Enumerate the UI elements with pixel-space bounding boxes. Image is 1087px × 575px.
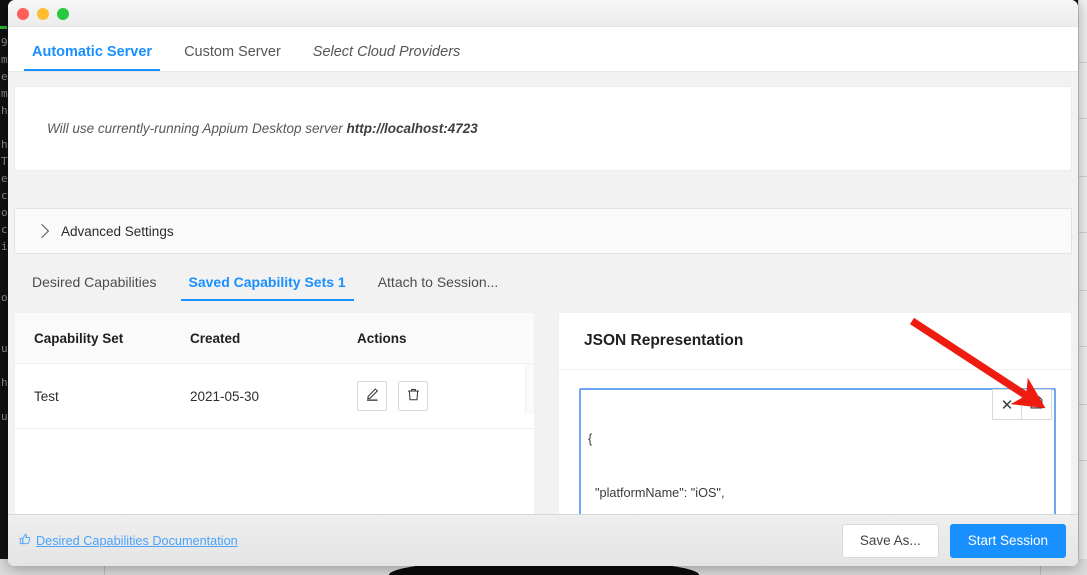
cancel-json-edit-button[interactable]: ✕: [992, 389, 1022, 420]
cell-created-date: 2021-05-30: [190, 388, 260, 404]
table-scrollbar[interactable]: [525, 364, 534, 414]
server-notice-card: Will use currently-running Appium Deskto…: [14, 86, 1072, 171]
thumbs-up-icon: [19, 533, 31, 548]
capability-body: Capability Set Created Actions Test 2021…: [8, 312, 1078, 522]
close-icon: ✕: [1000, 396, 1014, 414]
window-footer: Desired Capabilities Documentation Save …: [8, 514, 1078, 566]
edit-capability-set-button[interactable]: [357, 381, 387, 411]
background-window-right-edge: [1078, 0, 1087, 575]
doc-link-label: Desired Capabilities Documentation: [36, 533, 238, 548]
appium-desktop-window: Automatic Server Custom Server Select Cl…: [8, 0, 1078, 566]
cell-capability-set-name: Test: [34, 388, 59, 404]
advanced-settings-label: Advanced Settings: [61, 223, 174, 239]
tab-select-cloud-providers[interactable]: Select Cloud Providers: [297, 44, 477, 71]
save-json-button[interactable]: [1022, 389, 1052, 420]
delete-capability-set-button[interactable]: [398, 381, 428, 411]
minimize-window-button[interactable]: [37, 8, 49, 20]
capability-tabs[interactable]: Desired Capabilities Saved Capability Se…: [8, 257, 1078, 301]
save-as-button[interactable]: Save As...: [841, 523, 939, 558]
server-notice-text: Will use currently-running Appium Deskto…: [47, 121, 478, 136]
chevron-right-icon: [34, 223, 50, 239]
close-window-button[interactable]: [17, 8, 29, 20]
json-textarea[interactable]: { "platformName": "iOS", "deviceName": "…: [579, 388, 1056, 521]
column-header-capability-set: Capability Set: [34, 330, 124, 346]
maximize-window-button[interactable]: [57, 8, 69, 20]
table-row[interactable]: Test 2021-05-30: [15, 364, 534, 429]
json-line: "platformName": "iOS",: [588, 486, 725, 501]
tab-saved-capability-sets[interactable]: Saved Capability Sets 1: [173, 274, 362, 301]
json-editor-wrap: { "platformName": "iOS", "deviceName": "…: [559, 370, 1071, 521]
title-bar: [8, 0, 1078, 27]
delete-icon: [406, 387, 421, 405]
server-url: http://localhost:4723: [346, 121, 478, 136]
tab-custom-server[interactable]: Custom Server: [168, 44, 297, 71]
json-representation-panel: JSON Representation { "platformName": "i…: [558, 312, 1072, 522]
json-editor-toolbar: ✕: [992, 389, 1052, 420]
tab-desired-capabilities[interactable]: Desired Capabilities: [16, 274, 173, 300]
server-type-tabs[interactable]: Automatic Server Custom Server Select Cl…: [8, 27, 1078, 72]
advanced-settings-panel[interactable]: Advanced Settings: [14, 208, 1072, 254]
column-header-actions: Actions: [357, 330, 407, 346]
server-notice-prefix: Will use currently-running Appium Deskto…: [47, 121, 347, 136]
window-content: Will use currently-running Appium Deskto…: [8, 86, 1078, 522]
terminal-accent-bar: [0, 26, 7, 29]
column-header-created: Created: [190, 330, 241, 346]
desired-capabilities-documentation-link[interactable]: Desired Capabilities Documentation: [19, 533, 238, 548]
json-panel-title: JSON Representation: [559, 313, 1071, 370]
table-header-row: Capability Set Created Actions: [15, 313, 534, 364]
window-controls[interactable]: [17, 8, 69, 20]
edit-icon: [365, 387, 380, 405]
capability-sets-table: Capability Set Created Actions Test 2021…: [14, 312, 535, 522]
tab-automatic-server[interactable]: Automatic Server: [16, 44, 168, 71]
save-icon: [1029, 395, 1044, 414]
json-line: {: [588, 431, 593, 446]
tab-attach-to-session[interactable]: Attach to Session...: [362, 274, 515, 300]
cell-actions: [357, 381, 534, 411]
start-session-button[interactable]: Start Session: [949, 523, 1066, 558]
